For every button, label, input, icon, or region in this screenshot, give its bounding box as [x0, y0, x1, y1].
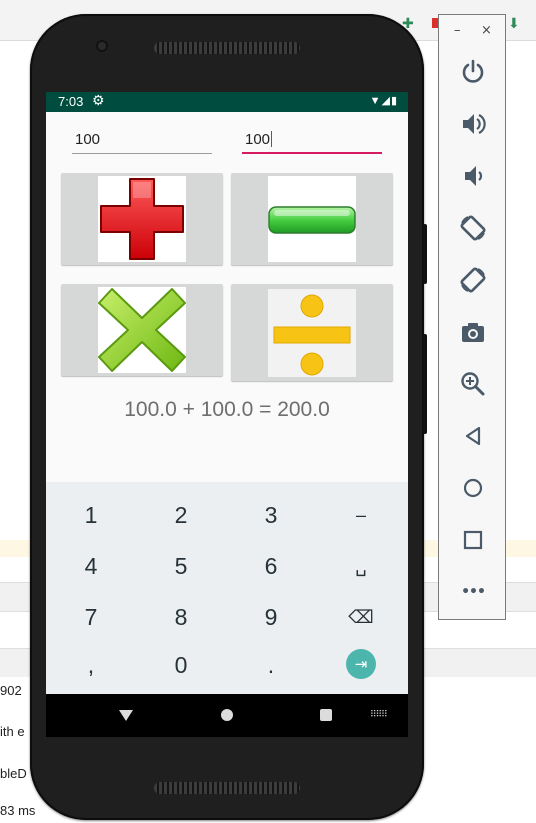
add-button[interactable]	[61, 173, 223, 265]
key-1[interactable]: 1	[46, 490, 136, 540]
volume-down-button[interactable]	[456, 159, 490, 193]
key-2[interactable]: 2	[136, 490, 226, 540]
volume-up-button[interactable]	[456, 107, 490, 141]
second-number-value: 100	[245, 131, 271, 148]
key-space[interactable]: ␣	[316, 541, 406, 591]
plus-icon	[98, 176, 186, 262]
back-icon[interactable]	[119, 710, 133, 721]
log-line: bleD	[0, 766, 27, 781]
status-bar: 7:03 ⚙ ▼◢▮	[46, 92, 408, 112]
log-line: 83 ms	[0, 803, 36, 818]
first-number-input[interactable]: 100	[72, 128, 212, 154]
bottom-speaker	[154, 782, 300, 794]
multiply-button[interactable]	[61, 284, 223, 376]
volume-down-icon	[465, 166, 483, 186]
zoom-button[interactable]	[456, 367, 490, 401]
key-3[interactable]: 3	[226, 490, 316, 540]
key-7[interactable]: 7	[46, 592, 136, 642]
rotate-right-icon	[460, 267, 486, 293]
recents-icon[interactable]	[320, 709, 332, 721]
result-text: 100.0 + 100.0 = 200.0	[124, 398, 330, 421]
top-speaker	[154, 42, 300, 54]
minus-icon	[268, 176, 356, 262]
front-camera	[96, 40, 108, 52]
power-button[interactable]	[456, 55, 490, 89]
emulator-toolbar: – × •••	[438, 14, 506, 620]
key-4[interactable]: 4	[46, 541, 136, 591]
log-line: ith e	[0, 724, 25, 739]
more-icon: •••	[461, 584, 486, 600]
rotate-left-button[interactable]	[456, 211, 490, 245]
home-icon[interactable]	[221, 709, 233, 721]
status-icons: ▼◢▮	[369, 95, 398, 107]
power-icon	[462, 59, 484, 83]
gear-icon: ⚙	[92, 92, 105, 108]
close-button[interactable]: ×	[481, 23, 492, 38]
back-triangle-icon	[465, 426, 481, 446]
subtract-button[interactable]	[231, 173, 393, 265]
numeric-keyboard: 1 2 3 – 4 5 6 ␣ 7 8 9 ⌫ , 0 . ⇥	[46, 482, 408, 694]
volume-up-icon	[463, 114, 486, 134]
camera-icon	[462, 323, 484, 342]
rotate-right-button[interactable]	[456, 263, 490, 297]
first-number-value: 100	[75, 131, 101, 148]
key-6[interactable]: 6	[226, 541, 316, 591]
text-cursor	[271, 131, 273, 147]
input-underline	[72, 153, 212, 154]
zoom-in-icon	[461, 372, 485, 396]
key-8[interactable]: 8	[136, 592, 226, 642]
key-period[interactable]: .	[226, 640, 316, 690]
rotate-left-icon	[460, 215, 486, 241]
volume-key[interactable]	[423, 334, 427, 434]
toolbar-back-button[interactable]	[456, 419, 490, 453]
minimize-button[interactable]: –	[454, 23, 461, 38]
input-underline	[242, 152, 382, 154]
overview-square-icon	[463, 530, 483, 550]
key-0[interactable]: 0	[136, 640, 226, 690]
toolbar-overview-button[interactable]	[456, 523, 490, 557]
key-comma[interactable]: ,	[46, 640, 136, 690]
multiply-icon	[98, 287, 186, 373]
android-navbar: ⠿⠿⠿	[46, 694, 408, 737]
more-button[interactable]: •••	[456, 575, 490, 609]
device-screen: 7:03 ⚙ ▼◢▮ 100 100 100.0 + 100.0 = 200.0…	[46, 92, 408, 737]
screenshot-button[interactable]	[456, 315, 490, 349]
home-circle-icon	[463, 478, 483, 498]
power-key[interactable]	[423, 224, 427, 284]
key-5[interactable]: 5	[136, 541, 226, 591]
ide-debug-icon[interactable]: ⬇	[508, 16, 520, 32]
log-line: 902	[0, 683, 22, 698]
key-9[interactable]: 9	[226, 592, 316, 642]
second-number-input[interactable]: 100	[242, 128, 382, 154]
divide-icon	[268, 289, 356, 377]
keyboard-switch-icon[interactable]: ⠿⠿⠿	[370, 710, 388, 720]
toolbar-home-button[interactable]	[456, 471, 490, 505]
key-minus[interactable]: –	[316, 490, 406, 540]
divide-button[interactable]	[231, 284, 393, 381]
status-time: 7:03	[58, 94, 84, 109]
backspace-icon[interactable]: ⌫	[316, 592, 406, 642]
enter-next-icon[interactable]: ⇥	[346, 649, 376, 679]
